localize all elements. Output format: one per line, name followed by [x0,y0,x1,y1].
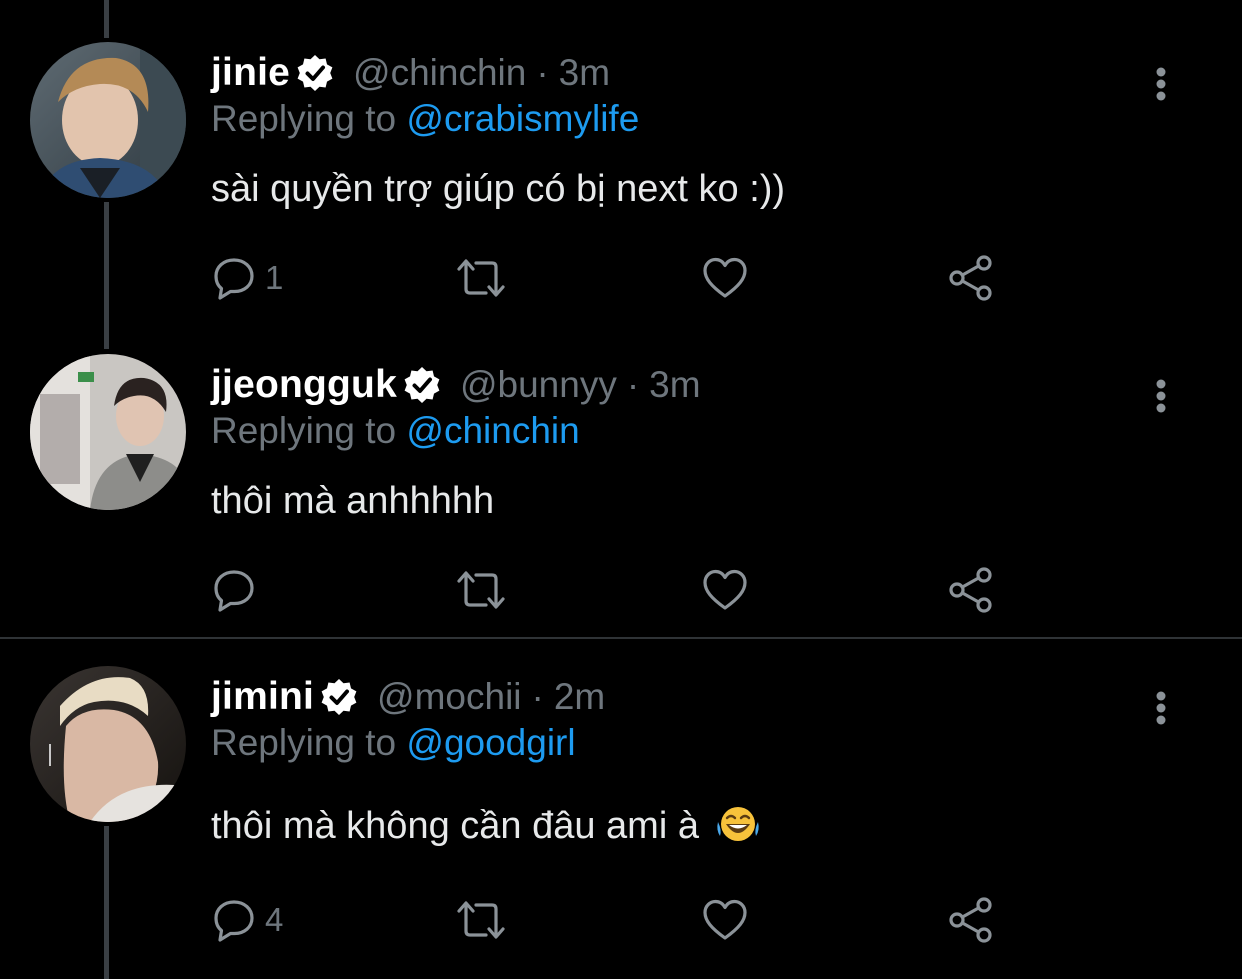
avatar[interactable] [30,42,186,198]
tweet-actions [211,565,1031,615]
tweet[interactable]: jjeongguk @bunnyy · 3m Replying to @chin… [0,354,1242,628]
display-name[interactable]: jinie [211,51,290,95]
tweet-divider [0,637,1242,639]
heart-icon [701,897,749,943]
tweet-body: thôi mà không cần đâu ami à [211,804,760,854]
retweet-button[interactable] [453,565,509,615]
verified-badge-icon [319,677,359,717]
more-vertical-icon[interactable] [1146,64,1176,104]
reply-bubble-icon [211,897,257,943]
retweet-button[interactable] [453,253,509,303]
retweet-icon [453,255,509,301]
timestamp[interactable]: 2m [554,676,605,718]
reply-count: 4 [265,901,284,938]
replying-to-link[interactable]: @crabismylife [406,98,639,139]
share-button[interactable] [946,253,996,303]
reply-button[interactable] [211,565,265,615]
replying-to: Replying to @chinchin [211,410,580,452]
display-name[interactable]: jjeongguk [211,363,397,407]
tweet-actions: 1 [211,253,1031,303]
share-icon [946,253,996,303]
retweet-icon [453,897,509,943]
handle[interactable]: @mochii [377,676,521,718]
share-button[interactable] [946,895,996,945]
retweet-icon [453,567,509,613]
tears-of-joy-emoji-icon [716,804,760,854]
tweet-text: sài quyền trợ giúp có bị next ko :)) [211,168,786,210]
verified-badge-icon [295,53,335,93]
separator-dot: · [536,52,549,93]
tweet[interactable]: jinie @chinchin · 3m Replying to @crabis… [0,42,1242,316]
more-vertical-icon[interactable] [1146,376,1176,416]
replying-to-label: Replying to [211,410,397,451]
avatar[interactable] [30,354,186,510]
handle[interactable]: @chinchin [353,52,526,94]
like-button[interactable] [701,253,749,303]
share-icon [946,895,996,945]
separator-dot: · [626,364,640,405]
reply-bubble-icon [211,567,257,613]
replying-to: Replying to @crabismylife [211,98,639,140]
tweet-actions: 4 [211,895,1031,945]
retweet-button[interactable] [453,895,509,945]
timestamp[interactable]: 3m [559,52,610,94]
handle[interactable]: @bunnyy [460,364,617,406]
replying-to-label: Replying to [211,722,397,763]
tweet-text: thôi mà anhhhhh [211,480,495,522]
display-name[interactable]: jimini [211,675,314,719]
replying-to: Replying to @goodgirl [211,722,576,764]
tweet-text: thôi mà không cần đâu ami à [211,805,699,847]
like-button[interactable] [701,895,749,945]
reply-count: 1 [265,259,284,296]
more-vertical-icon[interactable] [1146,688,1176,728]
replying-to-label: Replying to [211,98,397,139]
share-icon [946,565,996,615]
share-button[interactable] [946,565,996,615]
timestamp[interactable]: 3m [649,364,700,406]
heart-icon [701,567,749,613]
tweet[interactable]: jimini @mochii · 2m Replying to @goodgir… [0,666,1242,970]
thread-line [104,0,109,38]
replying-to-link[interactable]: @chinchin [406,410,579,451]
heart-icon [701,255,749,301]
like-button[interactable] [701,565,749,615]
avatar[interactable] [30,666,186,822]
reply-bubble-icon [211,255,257,301]
separator-dot: · [531,676,544,717]
verified-badge-icon [402,365,442,405]
reply-button[interactable]: 1 [211,253,283,303]
replying-to-link[interactable]: @goodgirl [406,722,575,763]
reply-button[interactable]: 4 [211,895,283,945]
